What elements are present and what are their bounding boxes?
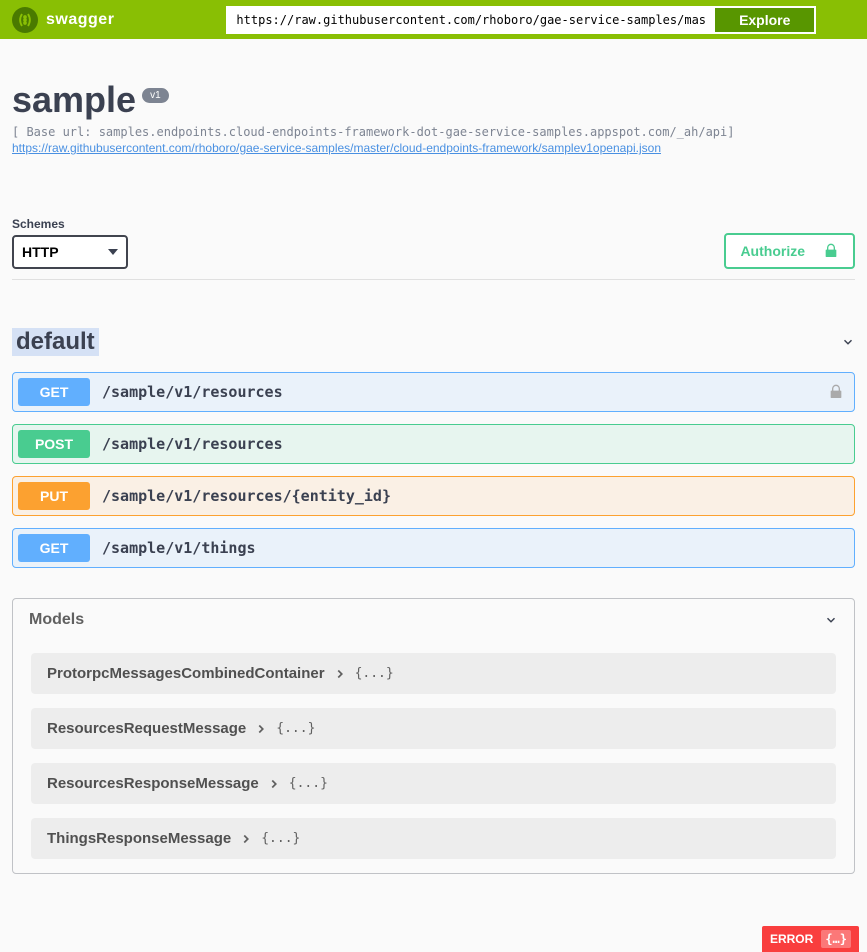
chevron-right-icon <box>333 667 347 681</box>
model-brace: {...} <box>261 831 300 846</box>
model-name: ResourcesRequestMessage <box>47 720 246 737</box>
brand-text: swagger <box>46 11 114 29</box>
method-badge: POST <box>18 430 90 458</box>
tag-default[interactable]: default <box>12 320 855 364</box>
explore-button[interactable]: Explore <box>713 6 816 34</box>
base-url: [ Base url: samples.endpoints.cloud-endp… <box>12 125 855 139</box>
method-badge: PUT <box>18 482 90 510</box>
models-header[interactable]: Models <box>13 599 854 641</box>
url-form: Explore <box>226 6 816 34</box>
method-badge: GET <box>18 534 90 562</box>
scheme-select[interactable]: HTTP <box>12 235 128 269</box>
op-path: /sample/v1/resources/{entity_id} <box>102 487 391 505</box>
lock-icon <box>828 384 844 400</box>
model-name: ProtorpcMessagesCombinedContainer <box>47 665 325 682</box>
schemes-label: Schemes <box>12 217 128 231</box>
chevron-right-icon <box>239 832 253 846</box>
chevron-right-icon <box>254 722 268 736</box>
model-brace: {...} <box>289 776 328 791</box>
logo[interactable]: swagger <box>12 7 114 33</box>
authorize-button[interactable]: Authorize <box>724 233 855 269</box>
model-name: ThingsResponseMessage <box>47 830 231 847</box>
method-badge: GET <box>18 378 90 406</box>
op-path: /sample/v1/things <box>102 539 256 557</box>
spec-url-input[interactable] <box>226 6 713 34</box>
error-badge[interactable]: ERROR {…} <box>762 926 859 952</box>
schemes-block: Schemes HTTP <box>12 217 128 269</box>
models-title: Models <box>29 611 84 629</box>
tag-name: default <box>12 328 99 356</box>
json-icon: {…} <box>821 930 851 948</box>
op-get-resources[interactable]: GET /sample/v1/resources <box>12 372 855 412</box>
api-title: sample <box>12 79 136 121</box>
spec-link[interactable]: https://raw.githubusercontent.com/rhobor… <box>12 141 661 155</box>
model-item[interactable]: ResourcesRequestMessage {...} <box>31 708 836 749</box>
model-item[interactable]: ThingsResponseMessage {...} <box>31 818 836 859</box>
model-name: ResourcesResponseMessage <box>47 775 259 792</box>
topbar: swagger Explore <box>0 0 867 39</box>
op-path: /sample/v1/resources <box>102 383 283 401</box>
op-path: /sample/v1/resources <box>102 435 283 453</box>
model-item[interactable]: ResourcesResponseMessage {...} <box>31 763 836 804</box>
model-brace: {...} <box>355 666 394 681</box>
op-put-resources-entity[interactable]: PUT /sample/v1/resources/{entity_id} <box>12 476 855 516</box>
chevron-down-icon <box>841 335 855 349</box>
swagger-logo-icon <box>12 7 38 33</box>
authorize-label: Authorize <box>740 243 805 259</box>
version-badge: v1 <box>142 88 169 103</box>
op-get-things[interactable]: GET /sample/v1/things <box>12 528 855 568</box>
model-item[interactable]: ProtorpcMessagesCombinedContainer {...} <box>31 653 836 694</box>
model-brace: {...} <box>276 721 315 736</box>
op-post-resources[interactable]: POST /sample/v1/resources <box>12 424 855 464</box>
chevron-down-icon <box>824 613 838 627</box>
error-label: ERROR <box>770 932 813 946</box>
chevron-right-icon <box>267 777 281 791</box>
lock-icon <box>823 243 839 259</box>
